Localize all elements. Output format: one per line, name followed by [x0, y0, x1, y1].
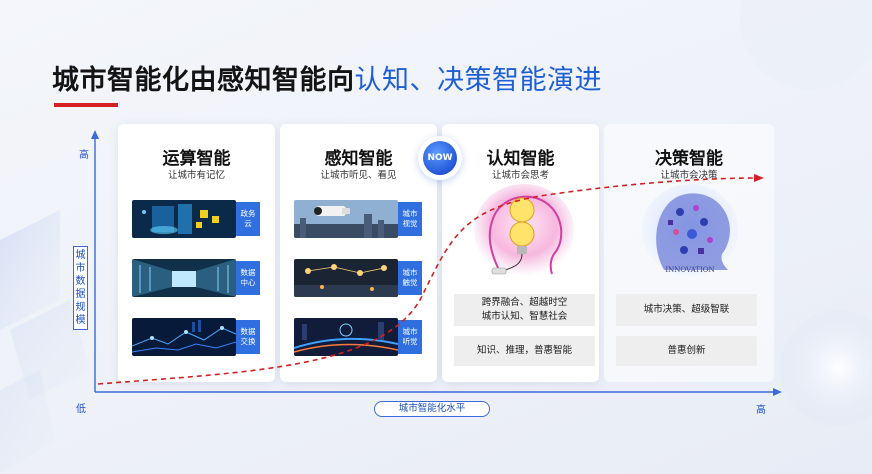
y-axis-low-label: 低 [76, 404, 86, 415]
growth-curve-arrow [754, 174, 764, 182]
x-axis-high-label: 高 [756, 405, 766, 416]
x-axis-arrow [773, 388, 782, 396]
y-axis-high-label: 高 [79, 150, 89, 161]
growth-curve [97, 177, 757, 385]
y-axis-arrow [91, 130, 99, 139]
y-axis-title: 城市数据规模 [73, 246, 88, 330]
x-axis-title: 城市智能化水平 [374, 401, 490, 417]
